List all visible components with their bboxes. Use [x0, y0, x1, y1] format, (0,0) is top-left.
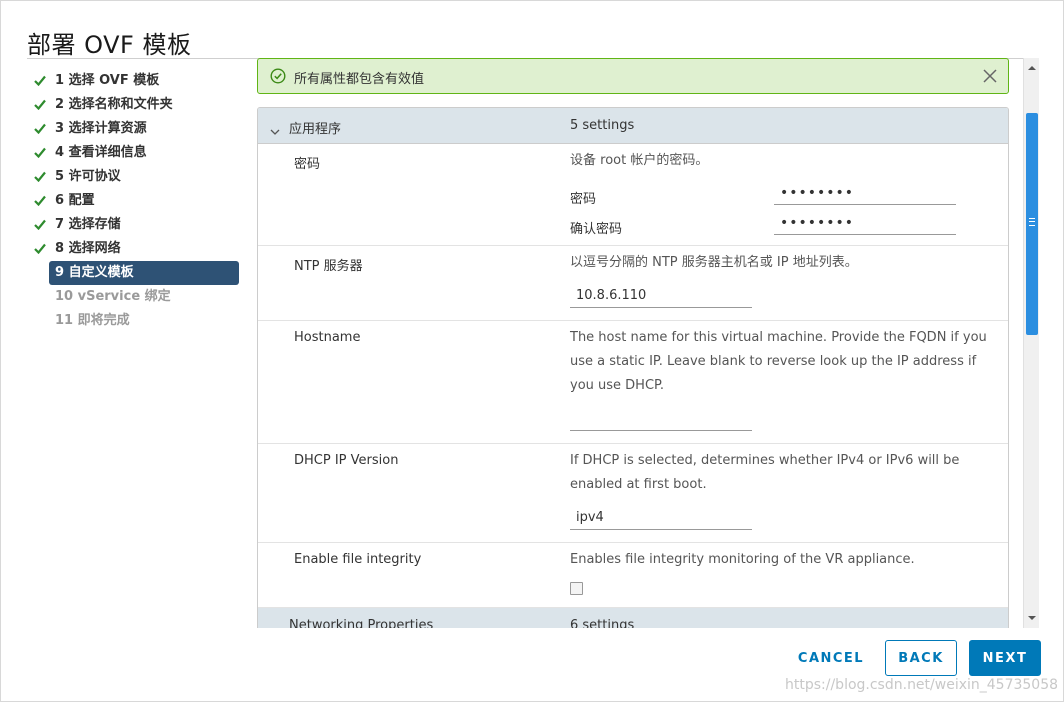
- wizard-step-label: 7 选择存储: [55, 217, 121, 232]
- close-icon[interactable]: [981, 67, 999, 85]
- alert-message: 所有属性都包含有效值: [294, 72, 425, 87]
- cancel-button[interactable]: CANCEL: [781, 640, 881, 676]
- hostname-input[interactable]: [570, 407, 752, 431]
- group-count: 5 settings: [570, 118, 635, 133]
- chevron-down-icon[interactable]: [270, 121, 280, 140]
- check-icon: [33, 189, 49, 213]
- deploy-ovf-dialog: 部署 OVF 模板 1 选择 OVF 模板 2 选择名称和文件夹 3 选择计算资…: [0, 0, 1064, 702]
- check-icon: [33, 141, 49, 165]
- property-description: If DHCP is selected, determines whether …: [570, 453, 960, 492]
- back-button[interactable]: BACK: [885, 640, 957, 676]
- password-field-label: 密码: [570, 192, 597, 207]
- property-row-dhcp-ip-version: DHCP IP Version If DHCP is selected, det…: [258, 444, 1008, 543]
- group-name: Networking Properties: [289, 618, 434, 628]
- confirm-password-field-label: 确认密码: [570, 222, 623, 237]
- wizard-steps: 1 选择 OVF 模板 2 选择名称和文件夹 3 选择计算资源 4 查看详细信息…: [27, 69, 239, 333]
- wizard-step-8[interactable]: 8 选择网络: [27, 237, 239, 261]
- check-icon: [33, 237, 49, 261]
- customize-template-panel: 所有属性都包含有效值 应用程序 5 settings 密码 设备 root 帐户…: [257, 58, 1023, 628]
- wizard-step-11: 11 即将完成: [27, 309, 239, 333]
- scroll-up-icon[interactable]: [1024, 60, 1040, 76]
- group-header-application[interactable]: 应用程序 5 settings: [258, 108, 1008, 144]
- property-label: Enable file integrity: [294, 552, 422, 567]
- property-row-file-integrity: Enable file integrity Enables file integ…: [258, 543, 1008, 608]
- wizard-step-9-active[interactable]: 9 自定义模板: [49, 261, 239, 285]
- file-integrity-checkbox[interactable]: [570, 582, 583, 595]
- dialog-title: 部署 OVF 模板: [27, 31, 192, 59]
- wizard-step-label: 11 即将完成: [55, 313, 130, 328]
- watermark-text: https://blog.csdn.net/weixin_45735058: [785, 677, 1059, 693]
- grip-icon: [1029, 218, 1035, 226]
- property-description: 设备 root 帐户的密码。: [570, 153, 709, 168]
- wizard-step-label: 10 vService 绑定: [55, 289, 171, 304]
- wizard-step-7[interactable]: 7 选择存储: [27, 213, 239, 237]
- property-description: 以逗号分隔的 NTP 服务器主机名或 IP 地址列表。: [570, 255, 858, 270]
- check-icon: [33, 93, 49, 117]
- wizard-step-label: 5 许可协议: [55, 169, 121, 184]
- wizard-step-4[interactable]: 4 查看详细信息: [27, 141, 239, 165]
- properties-table: 应用程序 5 settings 密码 设备 root 帐户的密码。 密码 确认密…: [257, 107, 1009, 628]
- check-icon: [33, 213, 49, 237]
- group-header-networking[interactable]: Networking Properties 6 settings: [258, 608, 1008, 628]
- property-description: Enables file integrity monitoring of the…: [570, 552, 915, 567]
- wizard-step-label: 8 选择网络: [55, 241, 121, 256]
- wizard-step-2[interactable]: 2 选择名称和文件夹: [27, 93, 239, 117]
- validation-alert: 所有属性都包含有效值: [257, 58, 1009, 94]
- wizard-step-label: 1 选择 OVF 模板: [55, 73, 160, 88]
- check-icon: [33, 69, 49, 93]
- wizard-step-1[interactable]: 1 选择 OVF 模板: [27, 69, 239, 93]
- property-label: NTP 服务器: [294, 259, 363, 274]
- wizard-step-label: 6 配置: [55, 193, 95, 208]
- wizard-step-5[interactable]: 5 许可协议: [27, 165, 239, 189]
- ntp-server-input[interactable]: [570, 284, 752, 308]
- group-name: 应用程序: [289, 122, 342, 137]
- wizard-step-3[interactable]: 3 选择计算资源: [27, 117, 239, 141]
- property-description: The host name for this virtual machine. …: [570, 330, 987, 393]
- chevron-down-icon[interactable]: [270, 621, 280, 628]
- property-row-ntp: NTP 服务器 以逗号分隔的 NTP 服务器主机名或 IP 地址列表。: [258, 246, 1008, 321]
- password-input[interactable]: [774, 181, 956, 205]
- check-icon: [33, 165, 49, 189]
- check-circle-icon: [270, 68, 286, 88]
- confirm-password-input[interactable]: [774, 211, 956, 235]
- dhcp-ip-version-input[interactable]: [570, 506, 752, 530]
- wizard-step-10: 10 vService 绑定: [27, 285, 239, 309]
- property-label: Hostname: [294, 330, 361, 345]
- property-row-password: 密码 设备 root 帐户的密码。 密码 确认密码: [258, 144, 1008, 246]
- wizard-step-label: 2 选择名称和文件夹: [55, 97, 173, 112]
- vertical-scrollbar[interactable]: [1023, 58, 1039, 628]
- next-button[interactable]: NEXT: [969, 640, 1041, 676]
- wizard-step-label: 3 选择计算资源: [55, 121, 147, 136]
- scrollbar-thumb[interactable]: [1026, 113, 1038, 335]
- group-count: 6 settings: [570, 618, 635, 628]
- wizard-step-6[interactable]: 6 配置: [27, 189, 239, 213]
- scroll-down-icon[interactable]: [1024, 610, 1040, 626]
- property-label: 密码: [294, 157, 321, 172]
- property-row-hostname: Hostname The host name for this virtual …: [258, 321, 1008, 444]
- check-icon: [33, 117, 49, 141]
- wizard-step-label: 4 查看详细信息: [55, 145, 147, 160]
- property-label: DHCP IP Version: [294, 453, 399, 468]
- wizard-step-label: 9 自定义模板: [55, 265, 134, 280]
